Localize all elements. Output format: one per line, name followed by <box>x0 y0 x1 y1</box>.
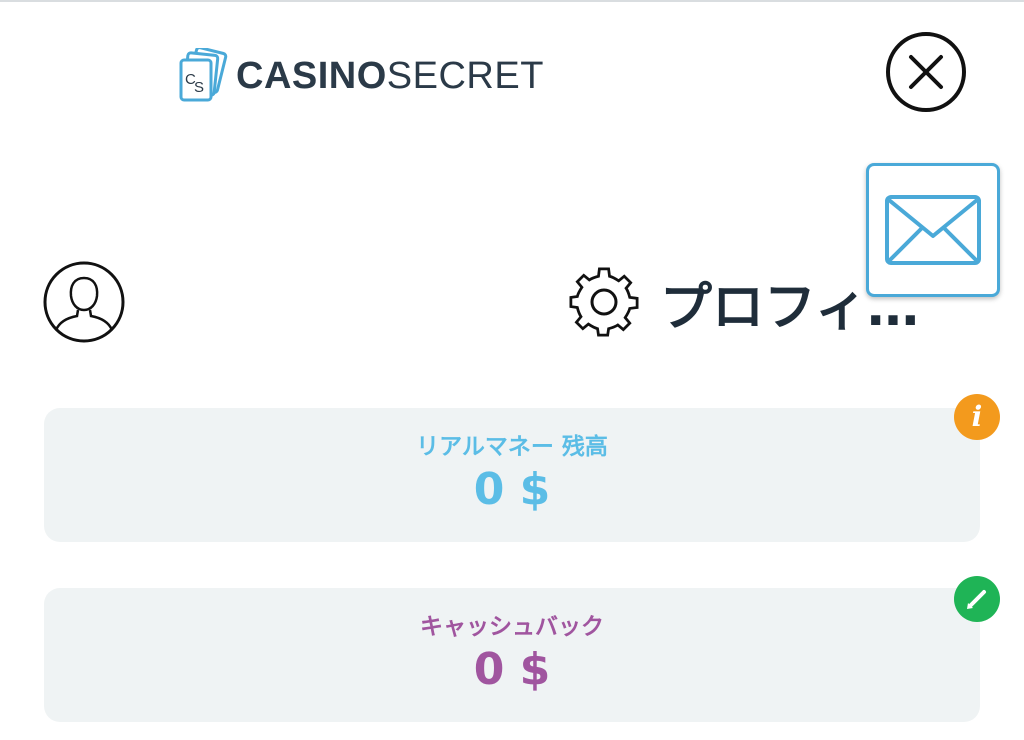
real-money-info-button[interactable]: i <box>954 394 1000 440</box>
cashback-value: 0 $ <box>473 644 551 696</box>
top-divider <box>0 0 1024 2</box>
mail-icon <box>885 195 981 265</box>
cashback-edit-button[interactable] <box>954 576 1000 622</box>
profile-title: プロフィ… <box>660 277 918 338</box>
real-money-balance-card: リアルマネー 残高 0 $ <box>44 408 980 542</box>
brand-name: CASINOSECRET <box>236 57 544 95</box>
real-money-label: リアルマネー 残高 <box>416 434 608 461</box>
info-icon: i <box>971 400 983 433</box>
logo-cards-icon: C S <box>179 48 228 102</box>
cashback-label: キャッシュバック <box>420 614 604 641</box>
gear-icon <box>569 267 639 337</box>
casinosecret-logo[interactable]: C S CASINOSECRET <box>178 48 544 104</box>
edit-icon <box>967 590 986 609</box>
user-avatar-icon <box>43 261 125 343</box>
real-money-value: 0 $ <box>473 464 551 516</box>
cashback-balance-card: キャッシュバック 0 $ <box>44 588 980 722</box>
close-button[interactable] <box>884 30 968 114</box>
svg-text:S: S <box>194 79 204 96</box>
brand-name-light: SECRET <box>386 55 544 97</box>
profile-settings-link[interactable]: プロフィ… <box>566 262 918 342</box>
user-avatar-button[interactable] <box>42 260 126 344</box>
close-icon <box>886 32 966 112</box>
brand-name-bold: CASINO <box>236 55 387 97</box>
